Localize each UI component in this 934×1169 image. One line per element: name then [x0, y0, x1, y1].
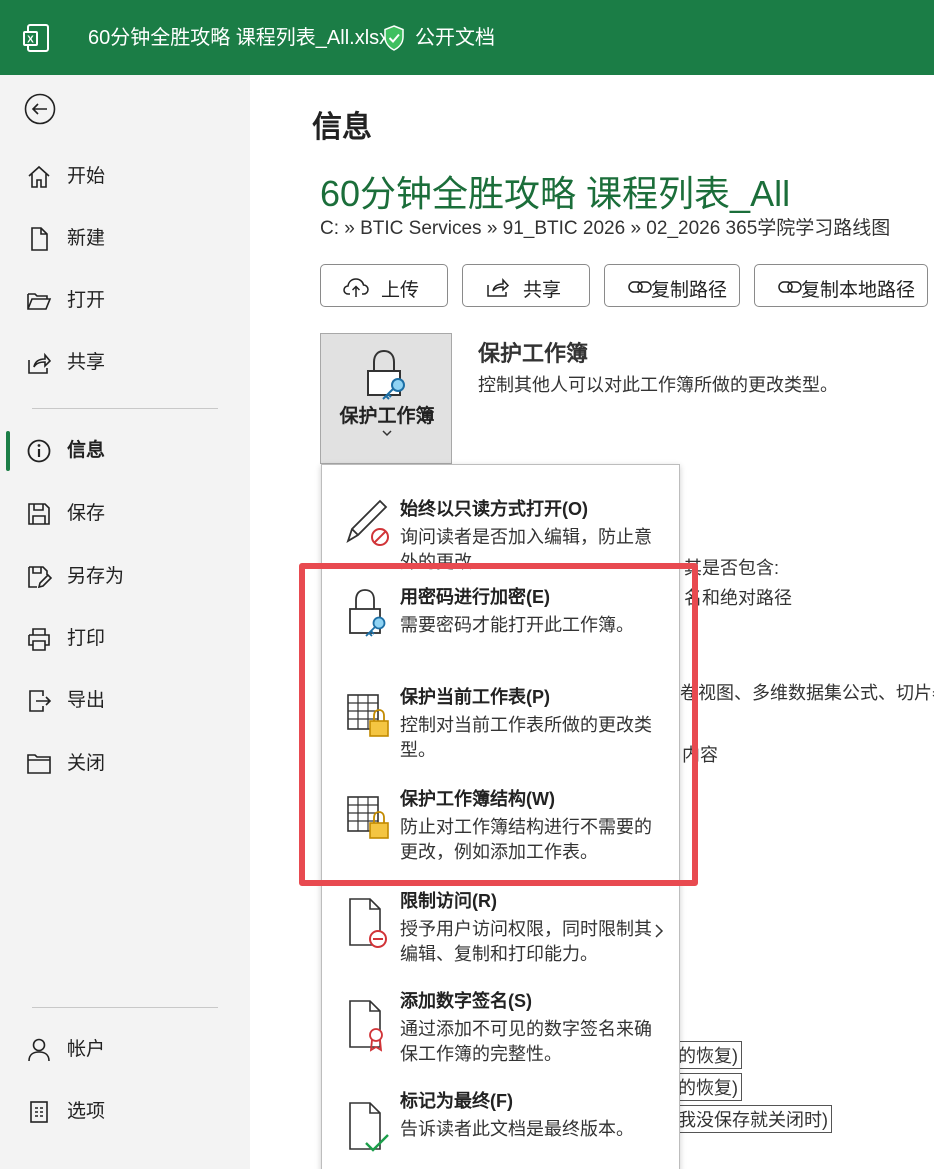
menu-item-title: 限制访问(R) — [400, 891, 497, 911]
sidebar-item-label: 关闭 — [67, 753, 106, 774]
back-arrow-icon[interactable] — [24, 93, 56, 125]
sidebar-item-options[interactable]: 选项 — [0, 1087, 250, 1137]
sidebar-item-label: 另存为 — [67, 566, 125, 587]
home-icon — [28, 165, 50, 188]
accessibility-text-fragment: 卷视图、多维数据集公式、切片器 — [680, 683, 934, 703]
chevron-down-icon — [382, 430, 392, 437]
share-icon — [487, 278, 510, 297]
document-restrict-icon — [349, 898, 387, 948]
menu-item-title: 标记为最终(F) — [400, 1091, 513, 1111]
menu-item-mark-final[interactable]: 标记为最终(F) 告诉读者此文档是最终版本。 — [322, 1081, 679, 1169]
document-check-icon — [349, 1102, 389, 1152]
protect-workbook-button[interactable]: 保护工作簿 — [320, 333, 452, 464]
sidebar-item-share[interactable]: 共享 — [0, 338, 250, 388]
inspect-text-fragment: 其是否包含: — [684, 558, 780, 578]
pencil-prohibited-icon — [346, 499, 389, 546]
menu-item-digital-signature[interactable]: 添加数字签名(S) 通过添加不可见的数字签名来确保工作簿的完整性。 — [322, 979, 679, 1079]
inspect-text-fragment: 名和绝对路径 — [684, 588, 792, 608]
sidebar-item-open[interactable]: 打开 — [0, 276, 250, 326]
breadcrumb[interactable]: C: » BTIC Services » 91_BTIC 2026 » 02_2… — [320, 213, 890, 240]
version-link-fragment[interactable]: 的恢复) — [674, 1073, 742, 1101]
share-icon — [28, 352, 52, 374]
sidebar-item-info[interactable]: 信息 — [0, 426, 250, 476]
menu-item-description: 通过添加不可见的数字签名来确保工作簿的完整性。 — [400, 1019, 652, 1064]
menu-item-always-read-only[interactable]: 始终以只读方式打开(O) 询问读者是否加入编辑，防止意外的更改。 — [322, 479, 679, 572]
print-icon — [28, 628, 50, 651]
sidebar-item-label: 打印 — [67, 628, 106, 649]
upload-label: 上传 — [381, 280, 420, 301]
shield-check-icon — [384, 25, 404, 51]
lock-key-icon — [367, 349, 405, 400]
page-title: 信息 — [312, 111, 372, 144]
sidebar-item-save[interactable]: 保存 — [0, 489, 250, 539]
save-as-icon — [28, 566, 52, 589]
sidebar-item-account[interactable]: 帐户 — [0, 1025, 250, 1075]
folder-open-icon — [27, 293, 52, 310]
sidebar-item-label: 打开 — [67, 290, 106, 311]
menu-item-description: 授予用户访问权限，同时限制其编辑、复制和打印能力。 — [400, 919, 652, 964]
title-bar: X 60分钟全胜攻略 课程列表_All.xlsx 公开文档 — [0, 0, 934, 75]
share-button[interactable]: 共享 — [462, 264, 590, 307]
protect-workbook-label: 保护工作簿 — [339, 406, 435, 427]
sidebar-item-print[interactable]: 打印 — [0, 614, 250, 664]
annotation-highlight-box — [299, 563, 698, 886]
share-label: 共享 — [523, 280, 562, 301]
export-icon — [29, 690, 52, 712]
link-icon — [628, 281, 652, 293]
info-icon — [27, 439, 51, 463]
sidebar-divider — [32, 408, 218, 409]
sidebar-item-label: 保存 — [67, 503, 106, 524]
sidebar-item-label: 帐户 — [67, 1039, 106, 1060]
document-title: 60分钟全胜攻略 课程列表_All — [320, 173, 791, 214]
window-title: 60分钟全胜攻略 课程列表_All.xlsx — [88, 27, 390, 49]
copy-local-path-label: 复制本地路径 — [801, 280, 916, 301]
sidebar-item-label: 新建 — [67, 228, 106, 249]
sidebar-item-label: 导出 — [67, 690, 106, 711]
document-ribbon-icon — [349, 1000, 383, 1052]
copy-local-path-button[interactable]: 复制本地路径 — [754, 264, 928, 307]
sidebar-item-save-as[interactable]: 另存为 — [0, 552, 250, 602]
sensitivity-badge[interactable]: 公开文档 — [415, 25, 495, 51]
menu-item-restrict-access[interactable]: 限制访问(R) 授予用户访问权限，同时限制其编辑、复制和打印能力。 — [322, 877, 679, 977]
version-link-fragment[interactable]: 我没保存就关闭时) — [674, 1105, 832, 1133]
sidebar-item-close[interactable]: 关闭 — [0, 739, 250, 789]
sidebar-item-new[interactable]: 新建 — [0, 214, 250, 264]
options-icon — [30, 1101, 48, 1123]
upload-icon — [343, 278, 369, 297]
svg-text:X: X — [27, 35, 34, 46]
menu-item-title: 始终以只读方式打开(O) — [400, 499, 588, 519]
menu-item-title: 添加数字签名(S) — [400, 991, 532, 1011]
excel-icon: X — [23, 24, 49, 52]
sidebar-item-label: 共享 — [67, 352, 106, 373]
backstage-sidebar: 开始 新建 打开 共享 信息 保存 另存为 打印 导出 关闭 帐户 选项 — [0, 75, 250, 1169]
copy-path-button[interactable]: 复制路径 — [604, 264, 740, 307]
protect-heading: 保护工作簿 — [478, 341, 589, 366]
protect-description: 控制其他人可以对此工作簿所做的更改类型。 — [478, 375, 838, 395]
version-link-fragment[interactable]: 的恢复) — [674, 1041, 742, 1069]
copy-path-label: 复制路径 — [651, 280, 728, 301]
sidebar-divider — [32, 1007, 218, 1008]
sidebar-item-label: 开始 — [67, 166, 106, 187]
person-icon — [28, 1038, 50, 1062]
chevron-right-icon — [655, 924, 664, 938]
upload-button[interactable]: 上传 — [320, 264, 448, 307]
sidebar-item-export[interactable]: 导出 — [0, 676, 250, 726]
save-icon — [28, 503, 50, 525]
sidebar-item-label: 选项 — [67, 1101, 106, 1122]
menu-item-description: 告诉读者此文档是最终版本。 — [400, 1119, 634, 1139]
new-document-icon — [31, 227, 48, 251]
sidebar-item-label: 信息 — [67, 440, 106, 461]
sidebar-item-home[interactable]: 开始 — [0, 152, 250, 202]
link-icon — [778, 281, 802, 293]
close-folder-icon — [27, 754, 51, 774]
